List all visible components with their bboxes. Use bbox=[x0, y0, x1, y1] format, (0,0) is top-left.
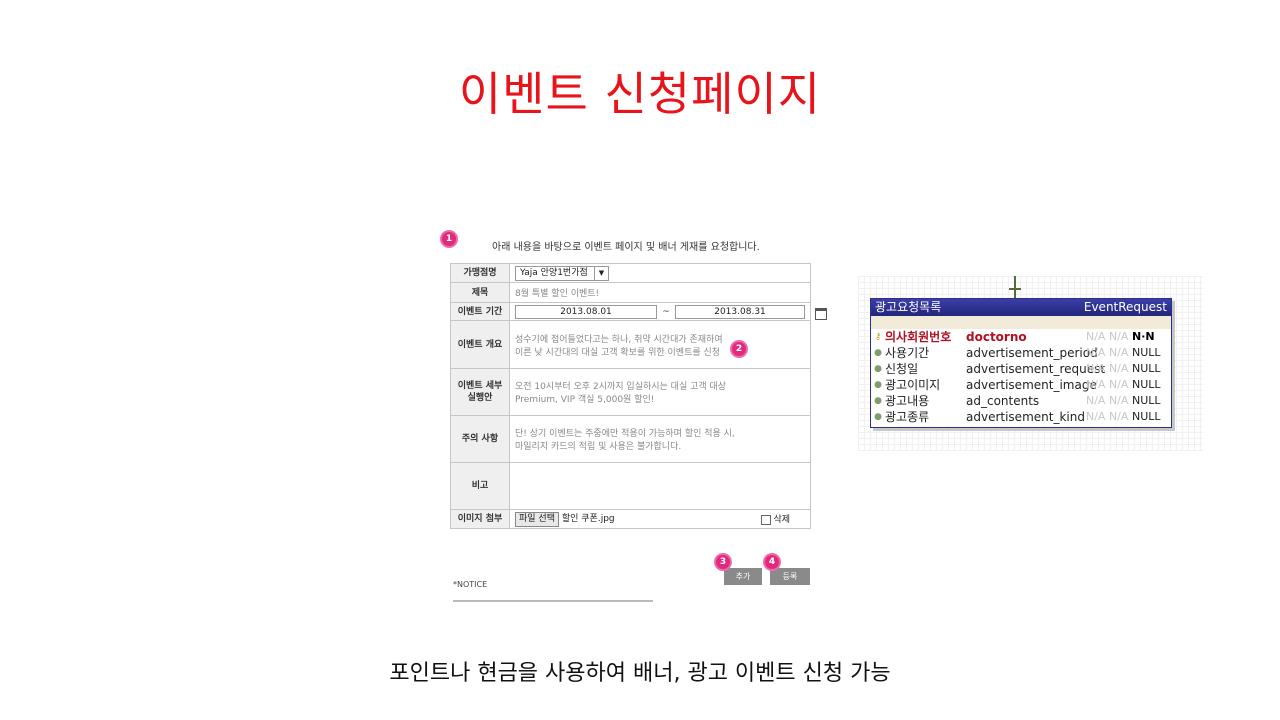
relationship-line bbox=[1014, 276, 1016, 298]
marker-3: 3 bbox=[716, 555, 730, 569]
start-date-input[interactable]: 2013.08.01 bbox=[515, 304, 657, 319]
label-period: 이벤트 기간 bbox=[450, 302, 510, 321]
slide-caption: 포인트나 현금을 사용하여 배너, 광고 이벤트 신청 가능 bbox=[389, 661, 891, 686]
add-button[interactable]: 추가 bbox=[724, 568, 762, 585]
column-name-ko: 광고이미지 bbox=[885, 378, 941, 392]
slide-title: 이벤트 신청페이지 bbox=[458, 67, 822, 121]
column-name-ko: 광고내용 bbox=[885, 394, 930, 408]
column-domain: N/A N/A bbox=[1086, 394, 1129, 407]
label-caution: 주의 사항 bbox=[450, 415, 510, 463]
chevron-down-icon: ▼ bbox=[593, 266, 604, 280]
caution-textarea[interactable]: 단! 상기 이벤트는 주중에만 적용이 가능하며 할인 적용 시, 마일리지 카… bbox=[509, 415, 811, 463]
column-domain: N/A N/A bbox=[1086, 362, 1129, 375]
summary-line-1: 성수기에 접어들었다고는 하나, 취약 시간대가 존재하여 bbox=[515, 334, 723, 345]
detail-line-1: 오전 10시부터 오후 2시까지 입실하시는 대실 고객 대상 bbox=[515, 382, 727, 392]
column-nullable: NULL bbox=[1132, 362, 1161, 375]
column-nullable: NULL bbox=[1132, 410, 1161, 423]
notice-label: *NOTICE bbox=[453, 580, 488, 589]
entity-column-row: ● 사용기간 advertisement_period N/A N/A NULL bbox=[871, 345, 1171, 361]
entity-column-row: ⚷ 의사회원번호 doctorno N/A N/A N·N bbox=[871, 329, 1171, 345]
period-separator: ~ bbox=[662, 306, 670, 317]
calendar-icon[interactable] bbox=[815, 308, 827, 320]
column-name-en: ad_contents bbox=[966, 394, 1040, 408]
checkbox-icon bbox=[761, 514, 772, 525]
column-nullable: NULL bbox=[1132, 346, 1161, 359]
column-dot-icon: ● bbox=[874, 380, 882, 390]
label-detail-line-1: 이벤트 세부 bbox=[457, 381, 503, 391]
event-form-screenshot: 1 아래 내용을 바탕으로 이벤트 페이지 및 배너 게재를 요청합니다. 가맹… bbox=[440, 228, 840, 603]
delete-checkbox-label: 삭제 bbox=[773, 515, 790, 525]
register-button[interactable]: 등록 bbox=[770, 568, 810, 585]
notice-text-cut bbox=[453, 600, 653, 602]
entity-title-en: EventRequest bbox=[1083, 300, 1167, 314]
detail-line-2: Premium, VIP 객실 5,000원 할인! bbox=[515, 395, 655, 405]
entity-column-row: ● 신청일 advertisement_request N/A N/A NULL bbox=[871, 361, 1171, 377]
title-input[interactable]: 8월 특별 할인 이벤트! bbox=[509, 282, 811, 303]
column-name-en: doctorno bbox=[966, 330, 1027, 344]
detail-textarea[interactable]: 오전 10시부터 오후 2시까지 입실하시는 대실 고객 대상 Premium,… bbox=[509, 368, 811, 416]
label-detail-line-2: 실행안 bbox=[467, 393, 493, 403]
column-domain: N/A N/A bbox=[1086, 410, 1129, 423]
hospital-select-value: Yaja 안양1번가점 bbox=[520, 267, 588, 278]
label-detail: 이벤트 세부 실행안 bbox=[450, 368, 510, 416]
column-nullable: NULL bbox=[1132, 378, 1161, 391]
form-intro: 아래 내용을 바탕으로 이벤트 페이지 및 배너 게재를 요청합니다. bbox=[492, 242, 760, 253]
column-name-en: advertisement_period bbox=[966, 346, 1098, 360]
file-select-button[interactable]: 파일 선택 bbox=[515, 512, 559, 527]
column-name-en: advertisement_image bbox=[966, 378, 1097, 392]
label-note: 비고 bbox=[450, 462, 510, 510]
column-domain: N/A N/A bbox=[1086, 378, 1129, 391]
key-icon: ⚷ bbox=[874, 332, 882, 342]
marker-1: 1 bbox=[442, 232, 456, 246]
entity-column-row: ● 광고이미지 advertisement_image N/A N/A NULL bbox=[871, 377, 1171, 393]
column-name-en: advertisement_request bbox=[966, 362, 1106, 376]
end-date-input[interactable]: 2013.08.31 bbox=[675, 304, 805, 319]
summary-line-2: 이른 낮 시간대의 대실 고객 확보를 위한 이벤트를 신청 bbox=[515, 347, 721, 358]
column-dot-icon: ● bbox=[874, 364, 882, 374]
column-domain: N/A N/A bbox=[1086, 330, 1129, 343]
column-dot-icon: ● bbox=[874, 348, 882, 358]
erd-entity-event-request[interactable]: 광고요청목록 EventRequest ⚷ 의사회원번호 doctorno N/… bbox=[870, 298, 1172, 428]
column-nullable: NULL bbox=[1132, 394, 1161, 407]
column-name-ko: 신청일 bbox=[885, 362, 919, 376]
column-dot-icon: ● bbox=[874, 396, 882, 406]
entity-column-row: ● 광고내용 ad_contents N/A N/A NULL bbox=[871, 393, 1171, 409]
label-summary: 이벤트 개요 bbox=[450, 320, 510, 369]
label-hospital: 가맹점명 bbox=[450, 263, 510, 283]
column-name-ko: 의사회원번호 bbox=[885, 330, 952, 344]
entity-header: 광고요청목록 EventRequest bbox=[871, 299, 1171, 316]
entity-title-ko: 광고요청목록 bbox=[875, 300, 942, 314]
label-attach: 이미지 첨부 bbox=[450, 509, 510, 529]
column-nullable: N·N bbox=[1132, 330, 1155, 343]
relationship-cardinality-mark bbox=[1009, 288, 1021, 290]
marker-2: 2 bbox=[732, 342, 746, 356]
event-form-table: 가맹점명 Yaja 안양1번가점 ▼ 제목 8월 특별 할인 이벤트! 이벤트 기… bbox=[450, 263, 811, 529]
label-title: 제목 bbox=[450, 282, 510, 303]
caution-line-2: 마일리지 카드의 적립 및 사용은 불가합니다. bbox=[515, 442, 682, 452]
column-name-en: advertisement_kind bbox=[966, 410, 1085, 424]
marker-4: 4 bbox=[765, 555, 779, 569]
entity-subheader bbox=[871, 316, 1171, 329]
delete-checkbox[interactable]: 삭제 bbox=[761, 512, 790, 525]
attached-filename: 할인 쿠폰.jpg bbox=[561, 514, 615, 524]
hospital-select[interactable]: Yaja 안양1번가점 ▼ bbox=[515, 265, 610, 281]
caution-line-1: 단! 상기 이벤트는 주중에만 적용이 가능하며 할인 적용 시, bbox=[515, 429, 735, 439]
column-name-ko: 광고종류 bbox=[885, 410, 930, 424]
column-name-ko: 사용기간 bbox=[885, 346, 930, 360]
note-textarea[interactable] bbox=[509, 462, 811, 510]
summary-textarea[interactable]: 성수기에 접어들었다고는 하나, 취약 시간대가 존재하여 이른 낮 시간대의 … bbox=[509, 320, 811, 369]
entity-column-row: ● 광고종류 advertisement_kind N/A N/A NULL bbox=[871, 409, 1171, 425]
column-domain: N/A N/A bbox=[1086, 346, 1129, 359]
column-dot-icon: ● bbox=[874, 412, 882, 422]
